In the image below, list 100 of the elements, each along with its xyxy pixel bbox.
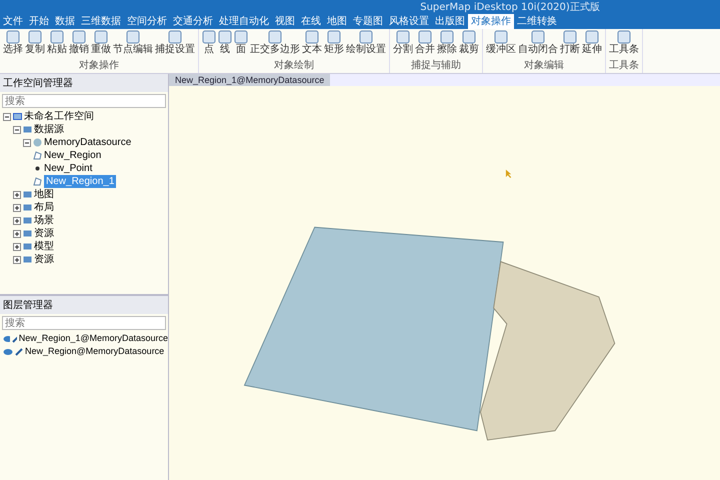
ribbon-button[interactable]: 自动闭合 [517,30,559,60]
search-field[interactable]: 搜索 [2,316,166,330]
tree-item[interactable]: 未命名工作空间 [24,110,94,123]
group-title: 捕捉与辅助 [410,60,462,72]
ribbon-button[interactable]: 矩形 [323,30,345,60]
expander-icon[interactable] [13,242,21,250]
expander-icon[interactable] [13,126,21,134]
folder-icon [23,125,32,134]
group-title: 对象编辑 [523,60,565,72]
database-icon [33,138,42,147]
eye-icon[interactable] [3,334,10,342]
tree-item[interactable]: 资源 [34,227,54,240]
tree-item[interactable]: MemoryDatasource [44,136,132,149]
pencil-icon[interactable] [15,348,23,356]
ribbon-button[interactable]: 复制 [24,30,46,60]
map-tab[interactable]: New_Region_1@MemoryDatasource [169,74,330,86]
ribbon-button[interactable]: 工具条 [608,30,640,60]
expander-icon[interactable] [3,112,11,120]
expander-icon[interactable] [13,230,21,238]
eye-icon[interactable] [3,348,13,356]
search-field[interactable]: 搜索 [2,94,166,108]
ribbon-button[interactable]: 重做 [90,30,112,60]
tree-item[interactable]: New_Region [44,149,102,162]
ribbon-tab[interactable]: 交通分析 [170,14,216,29]
ribbon-button[interactable]: 缓冲区 [485,30,517,60]
ribbon-button[interactable]: 线 [217,30,233,60]
ribbon-button[interactable]: 擦除 [436,30,458,60]
tool-icon [585,30,599,44]
tree-item[interactable]: 场景 [34,214,54,227]
group-title: 对象绘制 [273,60,315,72]
point-icon [33,164,42,173]
group-title: 工具条 [608,60,640,72]
tool-icon [462,30,476,44]
tree-item[interactable]: 布局 [34,201,54,214]
tool-icon [72,30,86,44]
layer-name[interactable]: New_Region@MemoryDatasource [25,345,164,358]
tree-item[interactable]: 地图 [34,188,54,201]
tool-icon [50,30,64,44]
ribbon-tab[interactable]: 地图 [324,14,350,29]
ribbon-tab[interactable]: 数据 [52,14,78,29]
expander-icon[interactable] [23,138,31,146]
ribbon-tab[interactable]: 处理自动化 [216,14,272,29]
tool-icon [305,30,319,44]
ribbon-button[interactable]: 选择 [2,30,24,60]
ribbon-tab[interactable]: 空间分析 [124,14,170,29]
tool-icon [617,30,631,44]
tool-icon [234,30,248,44]
tool-icon [168,30,182,44]
panel-title: 图层管理器 [0,296,168,314]
tool-icon [202,30,216,44]
ribbon-tab[interactable]: 风格设置 [386,14,432,29]
ribbon-tab[interactable]: 三维数据 [78,14,124,29]
tool-icon [218,30,232,44]
expander-icon[interactable] [13,190,21,198]
ribbon-button[interactable]: 延伸 [581,30,603,60]
layer-name[interactable]: New_Region_1@MemoryDatasource [18,332,168,345]
tree-item[interactable]: New_Point [44,162,92,175]
tool-icon [268,30,282,44]
window-title: SuperMap iDesktop 10i(2020)正式版 [420,0,600,14]
polygon-icon [33,177,42,186]
tool-icon [531,30,545,44]
ribbon-tab[interactable]: 文件 [0,14,26,29]
ribbon-button[interactable]: 节点编辑 [112,30,154,60]
ribbon-tab[interactable]: 视图 [272,14,298,29]
ribbon-button[interactable]: 绘制设置 [345,30,387,60]
group-title: 对象操作 [78,60,120,72]
tool-icon [94,30,108,44]
tool-icon [359,30,373,44]
ribbon-tab[interactable]: 开始 [26,14,52,29]
ribbon-button[interactable]: 分割 [392,30,414,60]
tool-icon [440,30,454,44]
ribbon-button[interactable]: 撤销 [68,30,90,60]
tree-item[interactable]: 资源 [34,253,54,266]
tree-item[interactable]: 数据源 [34,123,64,136]
pencil-icon[interactable] [12,334,17,342]
ribbon-button[interactable]: 面 [233,30,249,60]
ribbon-button[interactable]: 点 [201,30,217,60]
ribbon-button[interactable]: 捕捉设置 [154,30,196,60]
tool-icon [327,30,341,44]
tool-icon [563,30,577,44]
tool-icon [28,30,42,44]
tool-icon [126,30,140,44]
ribbon-tab[interactable]: 二维转换 [514,14,560,29]
ribbon-tab[interactable]: 对象操作 [468,14,514,29]
ribbon-button[interactable]: 正交多边形 [249,30,301,60]
tree-item[interactable]: 模型 [34,240,54,253]
panel-title: 工作空间管理器 [0,74,168,92]
tool-icon [6,30,20,44]
ribbon-tab[interactable]: 在线 [298,14,324,29]
ribbon-tab[interactable]: 出版图 [432,14,468,29]
ribbon-button[interactable]: 合并 [414,30,436,60]
ribbon-button[interactable]: 打断 [559,30,581,60]
expander-icon[interactable] [13,204,21,212]
expander-icon[interactable] [13,216,21,224]
ribbon-button[interactable]: 裁剪 [458,30,480,60]
expander-icon[interactable] [13,256,21,264]
ribbon-button[interactable]: 文本 [301,30,323,60]
ribbon-button[interactable]: 粘贴 [46,30,68,60]
ribbon-tab[interactable]: 专题图 [350,14,386,29]
workspace-icon [13,112,22,121]
